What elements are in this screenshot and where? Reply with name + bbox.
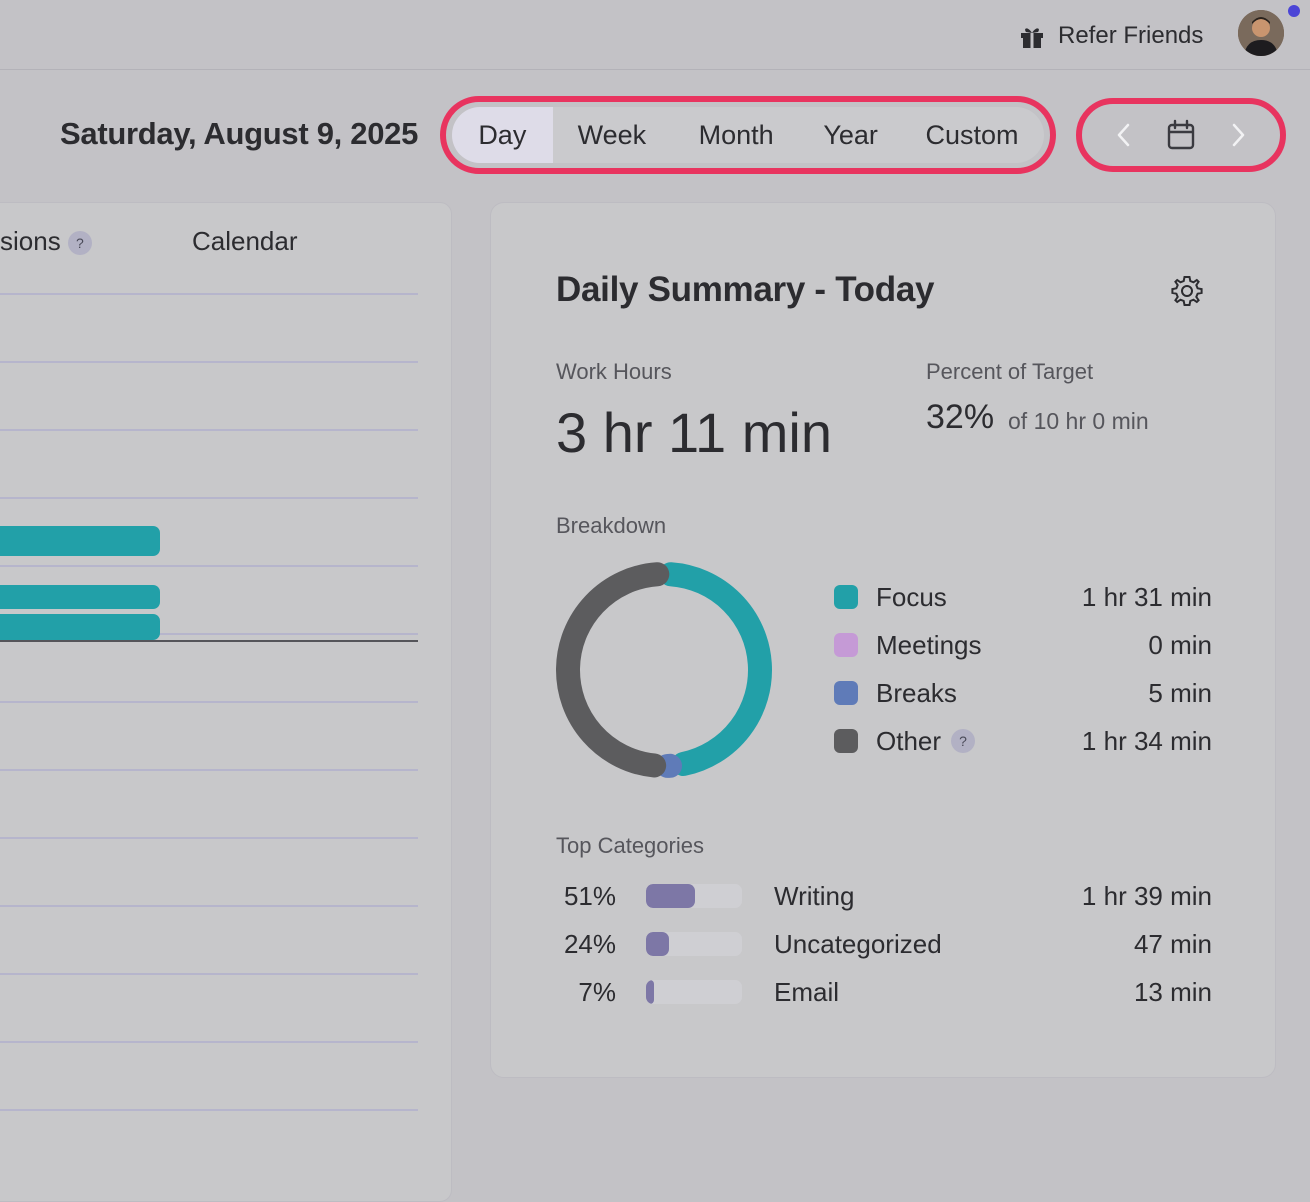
calendar-button[interactable] [1162,116,1200,154]
gear-icon[interactable] [1170,274,1204,308]
timeline-gridline [0,1109,418,1111]
current-time-line [0,640,418,642]
other-swatch [834,729,858,753]
legend-item-other: Other ? 1 hr 34 min [834,725,1212,757]
help-icon[interactable]: ? [68,231,92,255]
focus-session-bar[interactable] [0,614,160,640]
breaks-swatch [834,681,858,705]
category-name: Uncategorized [774,929,942,960]
calendar-icon [1166,119,1196,151]
next-day-button[interactable] [1219,116,1257,154]
timeline-gridline [0,769,418,771]
work-hours-label: Work Hours [556,359,672,385]
timeline-gridline [0,905,418,907]
category-time: 13 min [1134,977,1212,1008]
category-time: 1 hr 39 min [1082,881,1212,912]
focus-session-bar[interactable] [0,526,160,556]
legend-value: 0 min [1148,630,1212,661]
category-row-uncategorized[interactable]: 24% Uncategorized 47 min [556,926,1212,962]
top-categories-label: Top Categories [556,833,704,859]
tab-day[interactable]: Day [452,107,553,163]
help-icon[interactable]: ? [951,729,975,753]
category-time: 47 min [1134,929,1212,960]
category-percent: 24% [556,929,616,960]
focus-swatch [834,585,858,609]
avatar[interactable] [1238,10,1284,56]
legend-label: Focus [876,582,947,613]
prev-day-button[interactable] [1105,116,1143,154]
category-name: Writing [774,881,854,912]
percent-target-label: Percent of Target [926,359,1093,385]
sessions-column-label: sions [0,226,61,256]
user-photo-icon [1238,10,1284,56]
tab-week[interactable]: Week [553,107,671,163]
gift-icon [1018,22,1046,50]
timeline-gridline [0,973,418,975]
calendar-column-header[interactable]: Calendar [192,226,298,257]
refer-friends-label: Refer Friends [1058,22,1203,50]
date-title: Saturday, August 9, 2025 [60,116,418,152]
legend-label: Breaks [876,678,957,709]
legend-label: Meetings [876,630,982,661]
percent-target-value: 32% [926,398,994,437]
timeline-gridline [0,361,418,363]
breakdown-donut-chart [552,558,776,782]
notification-dot [1288,5,1300,17]
category-name: Email [774,977,839,1008]
category-bar [646,932,742,956]
range-tabs: Day Week Month Year Custom [440,96,1056,174]
timeline-gridline [0,1041,418,1043]
timeline-gridline [0,293,418,295]
legend-item-breaks: Breaks 5 min [834,677,1212,709]
focus-session-bar[interactable] [0,585,160,609]
chevron-left-icon [1114,121,1134,149]
category-bar-fill [646,884,695,908]
tab-year[interactable]: Year [801,107,900,163]
category-row-email[interactable]: 7% Email 13 min [556,974,1212,1010]
legend-item-focus: Focus 1 hr 31 min [834,581,1212,613]
timeline-gridline [0,837,418,839]
work-hours-value: 3 hr 11 min [556,400,832,465]
timeline-gridline [0,701,418,703]
breakdown-label: Breakdown [556,513,666,539]
legend-value: 1 hr 31 min [1082,582,1212,613]
meetings-swatch [834,633,858,657]
timeline-gridline [0,497,418,499]
donut-segment-focus [671,574,760,764]
legend-value: 1 hr 34 min [1082,726,1212,757]
category-bar [646,884,742,908]
tab-month[interactable]: Month [671,107,801,163]
category-percent: 51% [556,881,616,912]
legend-item-meetings: Meetings 0 min [834,629,1212,661]
summary-title: Daily Summary - Today [556,270,934,310]
date-navigator [1076,98,1286,172]
target-hours-text: of 10 hr 0 min [1008,408,1149,435]
timeline-gridline [0,565,418,567]
tab-custom[interactable]: Custom [900,107,1044,163]
chevron-right-icon [1228,121,1248,149]
legend-value: 5 min [1148,678,1212,709]
donut-segment-other [568,574,657,765]
category-bar-fill [646,932,669,956]
legend-label: Other [876,726,941,757]
sessions-column-header[interactable]: sions ? [0,226,92,257]
refer-friends-button[interactable]: Refer Friends [1018,18,1203,54]
timeline-gridline [0,429,418,431]
category-row-writing[interactable]: 51% Writing 1 hr 39 min [556,878,1212,914]
category-percent: 7% [556,977,616,1008]
category-bar-fill [646,980,654,1004]
category-bar [646,980,742,1004]
